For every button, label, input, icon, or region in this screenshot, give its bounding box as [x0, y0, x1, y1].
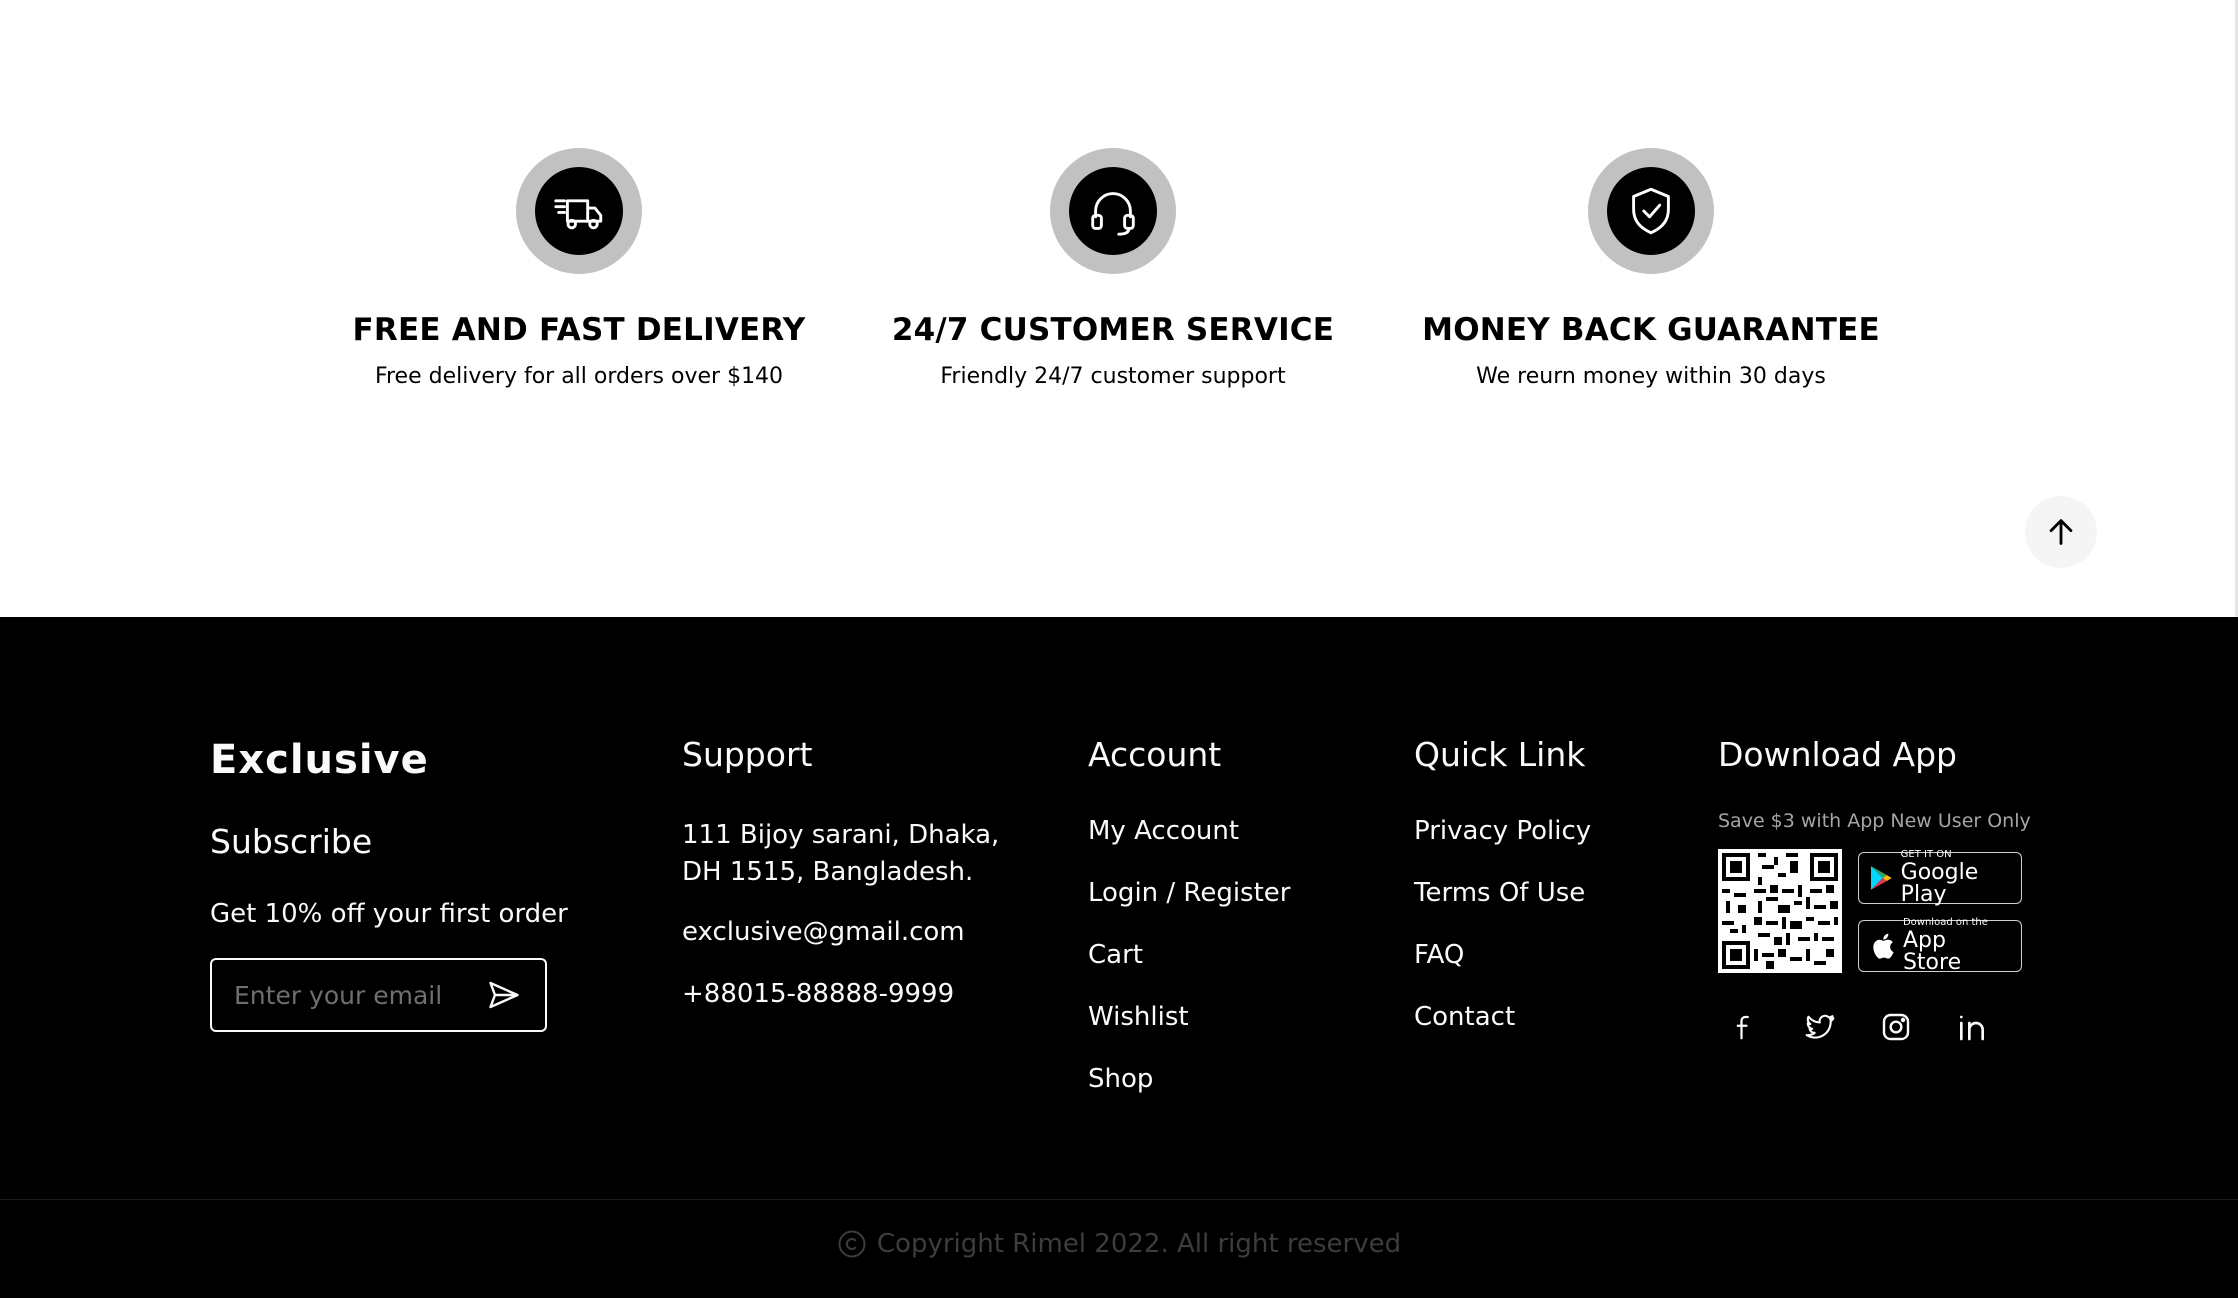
twitter-icon[interactable] [1802, 1009, 1838, 1045]
social-links [1718, 1009, 2031, 1045]
feature-icon-ring [1588, 148, 1714, 274]
store-buttons: GET IT ON Google Play Download on the Ap… [1858, 849, 2022, 975]
headphones-icon [1069, 167, 1157, 255]
app-store-big-text: App Store [1902, 928, 1962, 975]
account-title: Account [1088, 735, 1222, 774]
feature-title: 24/7 CUSTOMER SERVICE [891, 312, 1335, 348]
link-cart[interactable]: Cart [1088, 942, 1290, 968]
brand-logo[interactable]: Exclusive [210, 740, 568, 780]
download-title: Download App [1718, 735, 1957, 774]
support-phone[interactable]: +88015-88888-9999 [682, 981, 999, 1007]
subscribe-title: Subscribe [210, 822, 373, 861]
feature-icon-ring [516, 148, 642, 274]
feature-text: Free delivery for all orders over $140 [374, 364, 784, 389]
download-row: GET IT ON Google Play Download on the Ap… [1718, 849, 2031, 975]
send-icon [489, 981, 519, 1009]
footer-download-column: Download App Save $3 with App New User O… [1718, 738, 2031, 1045]
delivery-truck-icon [535, 167, 623, 255]
facebook-icon[interactable] [1726, 1009, 1762, 1045]
support-address-line2: DH 1515, Bangladesh. [682, 857, 974, 887]
link-wishlist[interactable]: Wishlist [1088, 1004, 1290, 1030]
account-links: My Account Login / Register Cart Wishlis… [1088, 818, 1290, 1092]
feature-customer-service: 24/7 CUSTOMER SERVICE Friendly 24/7 cust… [853, 148, 1373, 389]
features-section: FREE AND FAST DELIVERY Free delivery for… [0, 0, 2238, 617]
quick-links: Privacy Policy Terms Of Use FAQ Contact [1414, 818, 1591, 1030]
support-title: Support [682, 735, 813, 774]
arrow-up-icon [2049, 519, 2073, 545]
footer: Exclusive Subscribe Get 10% off your fir… [0, 617, 2238, 1298]
send-button[interactable] [485, 976, 523, 1014]
feature-title: FREE AND FAST DELIVERY [352, 312, 806, 348]
qr-code-icon [1722, 853, 1838, 969]
feature-text: Friendly 24/7 customer support [940, 364, 1286, 389]
google-play-big-text: Google Play [1900, 860, 1979, 907]
copyright: Copyright Rimel 2022. All right reserved [0, 1229, 2238, 1259]
feature-title: MONEY BACK GUARANTEE [1422, 312, 1880, 348]
shield-check-icon [1607, 167, 1695, 255]
quick-link-title: Quick Link [1414, 735, 1586, 774]
link-contact[interactable]: Contact [1414, 1004, 1591, 1030]
feature-icon-ring [1050, 148, 1176, 274]
support-address-line1: 111 Bijoy sarani, Dhaka, [682, 820, 1000, 850]
link-shop[interactable]: Shop [1088, 1066, 1290, 1092]
apple-icon [1873, 933, 1894, 959]
email-subscribe-box [210, 958, 547, 1032]
copyright-icon [838, 1230, 866, 1258]
footer-account-column: Account My Account Login / Register Cart… [1088, 738, 1290, 1128]
app-store-button[interactable]: Download on the App Store [1858, 917, 2022, 975]
footer-divider [0, 1199, 2238, 1200]
link-login-register[interactable]: Login / Register [1088, 880, 1290, 906]
google-play-icon [1870, 866, 1892, 890]
google-play-small-text: GET IT ON [1900, 849, 1952, 860]
linkedin-icon[interactable] [1954, 1009, 1990, 1045]
feature-delivery: FREE AND FAST DELIVERY Free delivery for… [319, 148, 839, 389]
instagram-icon[interactable] [1878, 1009, 1914, 1045]
link-faq[interactable]: FAQ [1414, 942, 1591, 968]
google-play-button[interactable]: GET IT ON Google Play [1858, 849, 2022, 907]
link-privacy-policy[interactable]: Privacy Policy [1414, 818, 1591, 844]
footer-support-column: Support 111 Bijoy sarani, Dhaka, DH 1515… [682, 738, 999, 1007]
email-input[interactable] [234, 980, 464, 1010]
footer-subscribe-column: Exclusive Subscribe Get 10% off your fir… [210, 740, 568, 1032]
support-email[interactable]: exclusive@gmail.com [682, 919, 999, 945]
qr-code[interactable] [1718, 849, 1842, 973]
feature-money-back: MONEY BACK GUARANTEE We reurn money with… [1391, 148, 1911, 389]
scroll-to-top-button[interactable] [2025, 496, 2097, 568]
app-store-small-text: Download on the [1902, 917, 1988, 928]
link-terms-of-use[interactable]: Terms Of Use [1414, 880, 1591, 906]
copyright-text: Copyright Rimel 2022. All right reserved [876, 1229, 1402, 1259]
feature-text: We reurn money within 30 days [1476, 364, 1826, 389]
subscribe-offer: Get 10% off your first order [210, 899, 568, 929]
download-note: Save $3 with App New User Only [1718, 810, 2031, 832]
footer-quick-link-column: Quick Link Privacy Policy Terms Of Use F… [1414, 738, 1591, 1066]
link-my-account[interactable]: My Account [1088, 818, 1290, 844]
